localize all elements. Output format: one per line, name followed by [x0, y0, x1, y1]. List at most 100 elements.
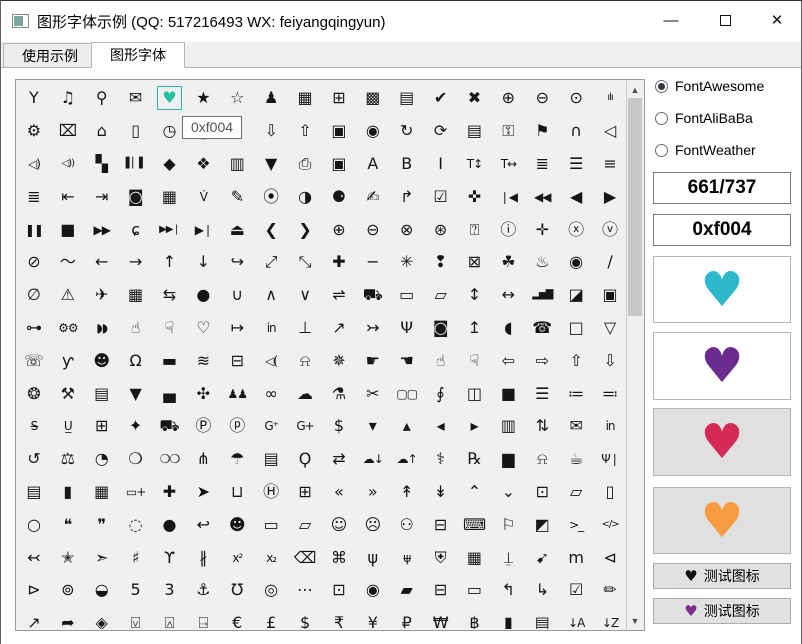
- grid-icon[interactable]: ▱: [559, 476, 593, 509]
- radio-fontweather[interactable]: FontWeather: [655, 140, 756, 160]
- grid-icon[interactable]: ☰: [525, 377, 559, 410]
- grid-icon[interactable]: ⇧: [288, 115, 322, 148]
- grid-icon[interactable]: 5: [119, 574, 153, 607]
- grid-icon[interactable]: ⚇: [390, 508, 424, 541]
- grid-icon[interactable]: V́: [186, 180, 220, 213]
- grid-icon[interactable]: ⚐: [491, 508, 525, 541]
- grid-icon[interactable]: ■: [51, 213, 85, 246]
- grid-icon[interactable]: ↱: [390, 180, 424, 213]
- grid-icon[interactable]: «: [322, 476, 356, 509]
- grid-icon[interactable]: ➦: [51, 607, 85, 629]
- grid-icon[interactable]: ♫: [51, 82, 85, 115]
- grid-icon[interactable]: ∅: [17, 279, 51, 312]
- grid-icon[interactable]: ◈: [85, 607, 119, 629]
- grid-icon[interactable]: ⚠: [51, 279, 85, 312]
- grid-icon[interactable]: ⌫: [288, 541, 322, 574]
- grid-icon[interactable]: ⊗: [390, 213, 424, 246]
- grid-icon[interactable]: ◂: [424, 410, 458, 443]
- grid-icon[interactable]: ⇄: [322, 443, 356, 476]
- grid-icon[interactable]: ✳: [390, 246, 424, 279]
- grid-icon[interactable]: ↕: [458, 279, 492, 312]
- grid-icon[interactable]: ∕: [593, 246, 627, 279]
- grid-icon[interactable]: ⍌: [119, 607, 153, 629]
- grid-icon[interactable]: ✍: [356, 180, 390, 213]
- grid-icon[interactable]: x₂: [254, 541, 288, 574]
- grid-icon[interactable]: ⇆: [153, 279, 187, 312]
- grid-icon[interactable]: ฿: [458, 607, 492, 629]
- grid-icon[interactable]: ▂▅▇: [525, 279, 559, 312]
- grid-icon[interactable]: ❢: [424, 246, 458, 279]
- grid-icon[interactable]: ₽: [390, 607, 424, 629]
- grid-icon[interactable]: ✈: [85, 279, 119, 312]
- grid-icon[interactable]: ψ: [356, 541, 390, 574]
- grid-icon[interactable]: ∮: [424, 377, 458, 410]
- grid-icon[interactable]: ◉: [559, 246, 593, 279]
- grid-icon[interactable]: ♡: [186, 312, 220, 345]
- grid-icon[interactable]: ❍: [119, 443, 153, 476]
- grid-icon[interactable]: ▭: [254, 508, 288, 541]
- grid-icon[interactable]: ∦: [186, 541, 220, 574]
- grid-icon[interactable]: ◑: [288, 180, 322, 213]
- grid-icon[interactable]: ⊞: [85, 410, 119, 443]
- grid-icon[interactable]: ☟: [458, 344, 492, 377]
- grid-icon[interactable]: ∨: [288, 279, 322, 312]
- grid-icon[interactable]: in: [254, 312, 288, 345]
- grid-icon[interactable]: ↓A: [559, 607, 593, 629]
- grid-icon[interactable]: ✛: [525, 213, 559, 246]
- grid-icon[interactable]: ⓘ: [491, 213, 525, 246]
- grid-icon[interactable]: ○: [17, 508, 51, 541]
- grid-icon[interactable]: ☘: [491, 246, 525, 279]
- grid-icon[interactable]: ♨: [525, 246, 559, 279]
- grid-icon[interactable]: →: [119, 246, 153, 279]
- grid-icon[interactable]: ▮: [491, 607, 525, 629]
- grid-icon[interactable]: ⊟: [220, 344, 254, 377]
- grid-icon[interactable]: ▶▶: [85, 213, 119, 246]
- grid-icon[interactable]: ▱: [288, 508, 322, 541]
- grid-icon[interactable]: ↺: [17, 443, 51, 476]
- grid-icon[interactable]: ⛟: [153, 410, 187, 443]
- grid-icon[interactable]: ⊘: [17, 246, 51, 279]
- grid-icon[interactable]: ▦: [288, 82, 322, 115]
- grid-icon[interactable]: ❮: [254, 213, 288, 246]
- grid-icon[interactable]: ılı: [593, 82, 627, 115]
- grid-icon[interactable]: ♟: [254, 82, 288, 115]
- grid-icon[interactable]: ⌄: [491, 476, 525, 509]
- grid-icon[interactable]: ⊙: [559, 82, 593, 115]
- vertical-scrollbar[interactable]: ▲ ▼: [626, 81, 643, 629]
- grid-icon[interactable]: ✦: [119, 410, 153, 443]
- grid-icon[interactable]: ⛟: [356, 279, 390, 312]
- grid-icon[interactable]: ✖: [458, 82, 492, 115]
- grid-icon[interactable]: ↪: [220, 246, 254, 279]
- grid-icon[interactable]: ▶❘: [186, 213, 220, 246]
- icon-code-field[interactable]: 0xf004: [653, 214, 791, 246]
- grid-icon[interactable]: −: [356, 246, 390, 279]
- grid-icon[interactable]: ▦: [153, 180, 187, 213]
- grid-icon[interactable]: ⚓: [186, 574, 220, 607]
- grid-icon[interactable]: ⛨: [424, 541, 458, 574]
- grid-icon[interactable]: ✔: [424, 82, 458, 115]
- grid-icon[interactable]: ϒ: [153, 541, 187, 574]
- grid-icon[interactable]: x²: [220, 541, 254, 574]
- grid-icon[interactable]: A: [356, 148, 390, 181]
- grid-icon[interactable]: ⊞: [322, 82, 356, 115]
- grid-icon[interactable]: ▣: [322, 115, 356, 148]
- grid-icon[interactable]: ⇌: [322, 279, 356, 312]
- grid-icon[interactable]: ▭: [390, 279, 424, 312]
- grid-icon[interactable]: ⇤: [51, 180, 85, 213]
- grid-icon[interactable]: Ϙ: [288, 443, 322, 476]
- grid-icon[interactable]: ⤡: [288, 246, 322, 279]
- grid-icon[interactable]: ≔: [559, 377, 593, 410]
- grid-icon[interactable]: ⇦: [491, 344, 525, 377]
- grid-icon[interactable]: Ψ❘: [593, 443, 627, 476]
- grid-icon[interactable]: ↻: [390, 115, 424, 148]
- grid-icon[interactable]: ❖: [186, 148, 220, 181]
- grid-icon[interactable]: ➹: [525, 541, 559, 574]
- grid-icon[interactable]: ◗◗: [85, 312, 119, 345]
- grid-icon[interactable]: ✜: [458, 180, 492, 213]
- grid-icon[interactable]: ✉: [559, 410, 593, 443]
- grid-icon[interactable]: ⍾: [288, 344, 322, 377]
- grid-icon[interactable]: ▴: [390, 410, 424, 443]
- grid-icon[interactable]: $: [288, 607, 322, 629]
- grid-icon[interactable]: U̲: [51, 410, 85, 443]
- grid-icon[interactable]: ↑: [153, 246, 187, 279]
